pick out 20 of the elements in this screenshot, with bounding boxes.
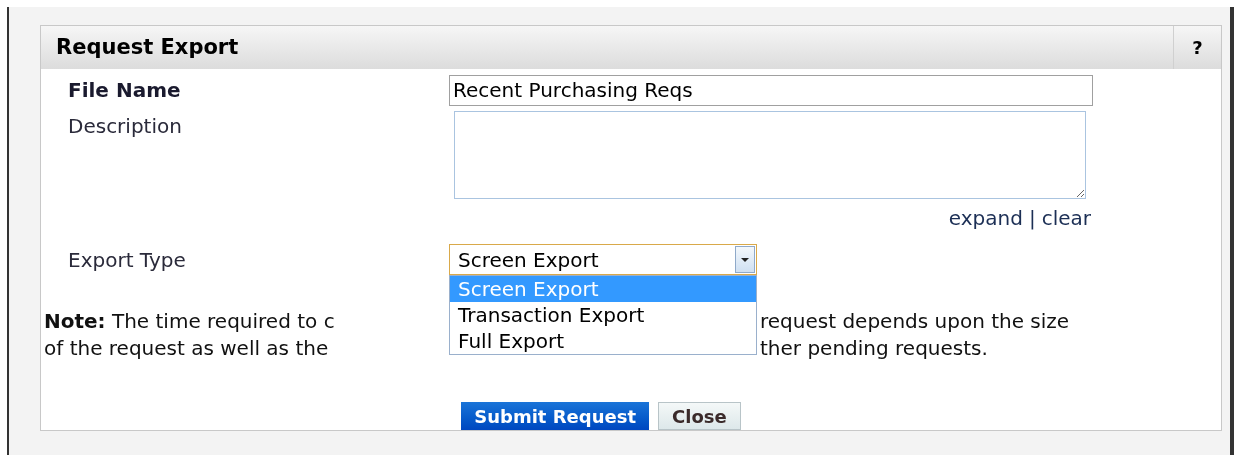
note-text: of the request as well as the [44, 336, 329, 360]
submit-button[interactable]: Submit Request [461, 402, 650, 430]
close-button[interactable]: Close [658, 402, 741, 430]
export-type-select[interactable]: Screen Export [449, 244, 757, 275]
note-text: Note: The time required to c [44, 309, 335, 333]
dialog-title: Request Export [56, 33, 239, 61]
text-link[interactable]: expand [948, 203, 1023, 233]
link-separator: | [1028, 205, 1036, 232]
text-link[interactable]: clear [1041, 203, 1091, 233]
note-text: ther pending requests. [760, 335, 988, 362]
dropdown-option[interactable]: Transaction Export [450, 302, 756, 328]
field-label: Export Type [68, 247, 186, 272]
file-name-field[interactable]: Recent Purchasing Reqs [449, 74, 1093, 106]
help-button[interactable]: ? [1173, 26, 1221, 69]
dropdown-option[interactable]: Full Export [450, 328, 756, 354]
note-text: request depends upon the size [760, 308, 1070, 335]
select-value: Screen Export [458, 246, 599, 274]
field-label: File Name [68, 78, 181, 102]
description-field[interactable] [454, 111, 1086, 199]
field-label: Description [68, 114, 182, 138]
